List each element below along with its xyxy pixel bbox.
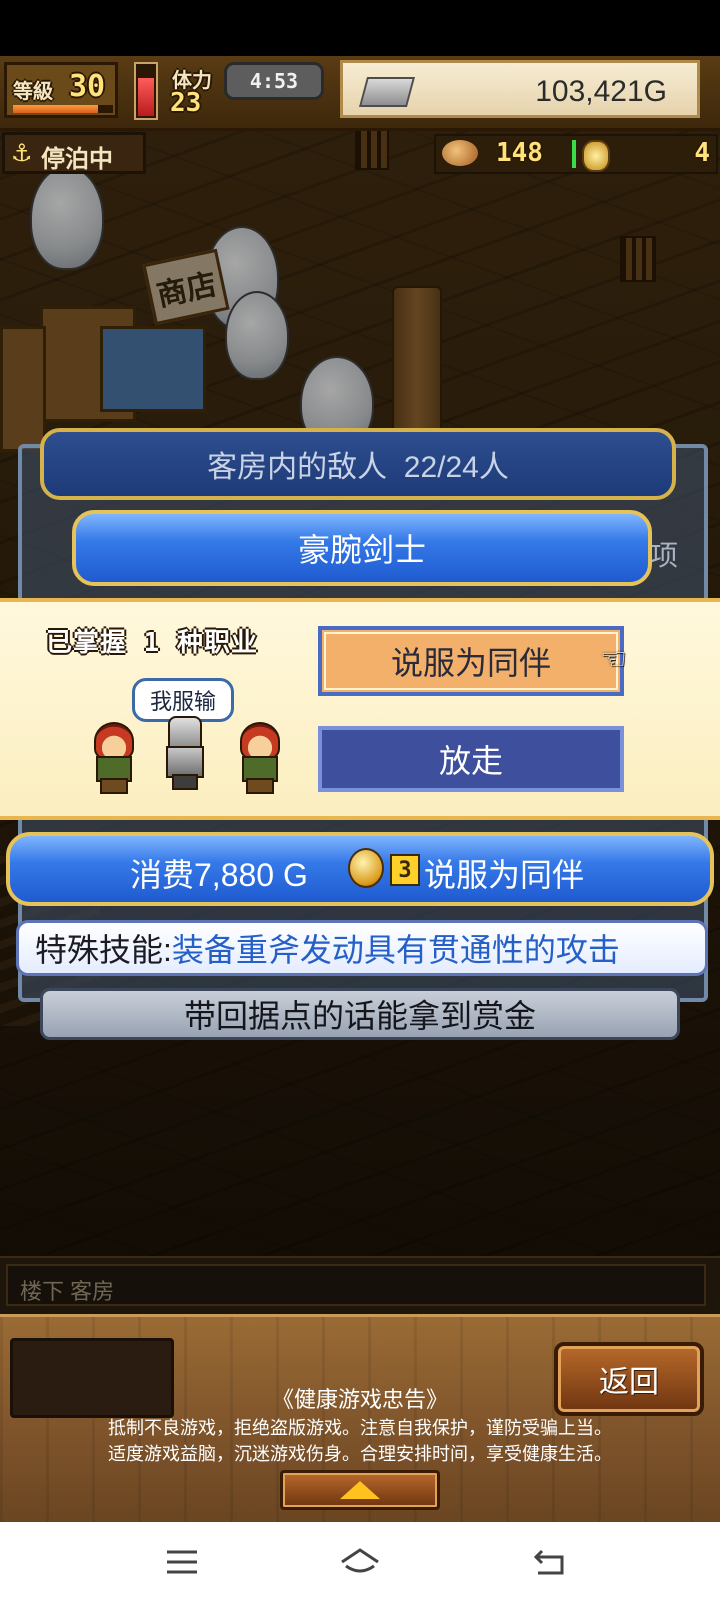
level-label: 等級: [13, 79, 53, 103]
clock-text: 4:53: [249, 69, 299, 93]
stamina-value: 23: [170, 88, 202, 118]
location-box: 楼下 客房: [6, 1264, 706, 1306]
class-banner: 豪腕剑士: [72, 510, 652, 586]
clock-box: 4:53: [224, 62, 324, 100]
cost-text: 消费7,880 G: [130, 857, 308, 893]
level-exp-bar: [13, 105, 113, 113]
food-icon: [442, 140, 478, 166]
bounty-info-bar: 带回据点的话能拿到赏金: [40, 988, 680, 1040]
mercenary-sprite-left: [88, 722, 136, 794]
mercenary-sprite-right: [234, 722, 282, 794]
food-value: 148: [496, 138, 543, 168]
medal-coin-icon: [348, 848, 384, 888]
health-notice-line: 抵制不良游戏，拒绝盗版游戏。注意自我保护，谨防受骗上当。: [108, 1418, 612, 1438]
release-label: 放走: [438, 743, 503, 779]
system-navbar: [0, 1522, 720, 1605]
class-name: 豪腕剑士: [297, 532, 426, 568]
persuade-label: 说服为同伴: [390, 645, 551, 681]
top-hud: 等級 30 体力 23 4:53 103,421G: [0, 56, 720, 131]
location-text: 楼下 客房: [20, 1279, 115, 1304]
skill-label: 特殊技能:: [35, 932, 172, 968]
status-bar-area: [0, 0, 720, 56]
knight-sprite: [162, 716, 204, 790]
special-skill-bar: 特殊技能: 装备重斧发动具有贯通性的攻击: [16, 920, 708, 976]
silver-bar-icon: [358, 77, 416, 107]
anchor-icon: ⚓: [11, 139, 33, 167]
cost-action-text: 说服为同伴: [424, 857, 585, 893]
level-exp-fill: [13, 105, 98, 113]
panel-side-text: 项: [650, 539, 679, 572]
resource-box: 148 4: [434, 134, 718, 174]
location-strip: 楼下 客房: [0, 1256, 720, 1314]
coin-icon: [582, 140, 610, 172]
anchor-status: 停泊中: [41, 145, 113, 173]
mastered-classes-text: 已掌握 1 种职业: [46, 628, 258, 658]
pointing-hand-icon: ☜: [600, 642, 627, 677]
enemy-count-text: 客房内的敌人 22/24人: [207, 451, 509, 484]
money-box[interactable]: 103,421G: [340, 60, 700, 118]
health-notice-line: 适度游戏益脑，沉迷游戏伤身。合理安排时间，享受健康生活。: [108, 1444, 612, 1464]
money-value: 103,421G: [535, 75, 667, 108]
coin-value: 4: [694, 138, 710, 168]
triangle-up-icon: [340, 1481, 380, 1499]
persuade-cost-button[interactable]: 消费7,880 G 3 说服为同伴: [6, 832, 714, 906]
cost-badge: 3: [390, 854, 420, 886]
stamina-bar: [134, 62, 158, 120]
persuade-button[interactable]: 说服为同伴: [318, 626, 624, 696]
home-icon[interactable]: [338, 1542, 382, 1582]
skill-description: 装备重斧发动具有贯通性的攻击: [171, 932, 620, 968]
enemy-count-header: 客房内的敌人 22/24人: [40, 428, 676, 500]
release-button[interactable]: 放走: [318, 726, 624, 792]
back-icon[interactable]: [528, 1542, 572, 1582]
menu-icon[interactable]: [160, 1542, 204, 1582]
anchor-badge[interactable]: ⚓ 停泊中: [2, 132, 146, 174]
stamina-fill: [138, 77, 154, 116]
level-value: 30: [69, 69, 106, 104]
level-box[interactable]: 等級 30: [4, 62, 118, 118]
resource-separator: [572, 140, 576, 168]
health-notice-title: 《健康游戏忠告》: [271, 1387, 448, 1412]
expand-button[interactable]: [280, 1470, 440, 1510]
